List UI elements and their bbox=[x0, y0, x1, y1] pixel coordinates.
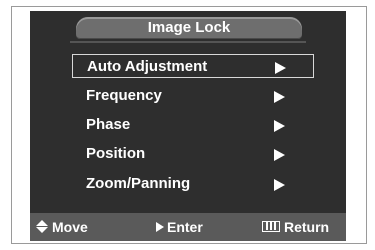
right-arrow-icon bbox=[274, 179, 285, 191]
footer-hint-enter: Enter bbox=[156, 213, 246, 241]
menu-item-label: Zoom/Panning bbox=[86, 175, 191, 192]
menu-item-zoom-panning[interactable]: Zoom/Panning bbox=[72, 172, 314, 196]
menu-item-label: Phase bbox=[86, 116, 131, 133]
title-divider bbox=[70, 41, 306, 43]
menu-item-phase[interactable]: Phase bbox=[72, 113, 314, 137]
menu-item-auto-adjustment[interactable]: Auto Adjustment bbox=[72, 54, 314, 78]
right-triangle-icon bbox=[156, 222, 164, 232]
right-arrow-icon bbox=[274, 120, 285, 132]
footer-move-label: Move bbox=[52, 219, 88, 235]
title-tab: Image Lock bbox=[76, 17, 302, 39]
footer-return-label: Return bbox=[284, 219, 330, 235]
menu-item-frequency[interactable]: Frequency bbox=[72, 84, 314, 108]
menu-item-label: Position bbox=[86, 145, 146, 162]
footer-enter-label: Enter bbox=[167, 219, 203, 235]
menu-item-label: Frequency bbox=[86, 87, 162, 104]
menu-title: Image Lock bbox=[147, 19, 231, 36]
footer-hint-return: Return bbox=[262, 213, 346, 241]
right-arrow-icon bbox=[275, 62, 286, 74]
osd-menu-panel: Image Lock Auto Adjustment Frequency Pha… bbox=[30, 11, 346, 241]
menu-item-label: Auto Adjustment bbox=[87, 58, 208, 75]
right-arrow-icon bbox=[274, 91, 285, 103]
up-down-arrows-icon bbox=[36, 220, 48, 234]
footer-hint-bar: Move Enter Return bbox=[30, 213, 346, 241]
right-arrow-icon bbox=[274, 149, 285, 161]
menu-return-icon bbox=[262, 221, 280, 232]
menu-item-position[interactable]: Position bbox=[72, 142, 314, 166]
footer-hint-move: Move bbox=[36, 213, 126, 241]
